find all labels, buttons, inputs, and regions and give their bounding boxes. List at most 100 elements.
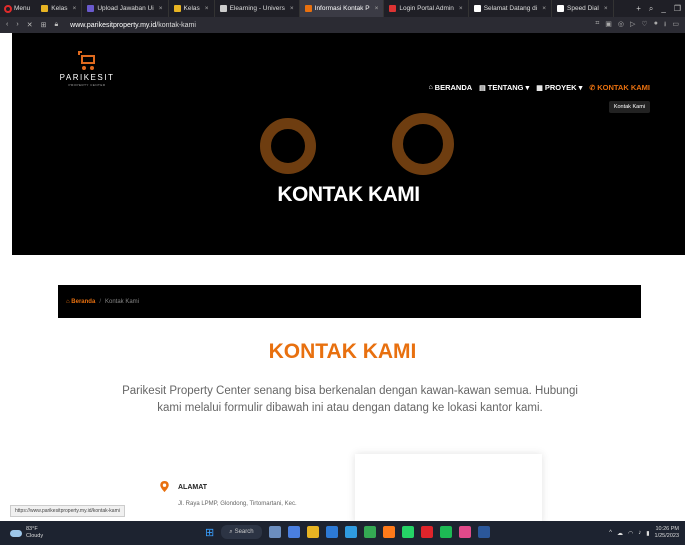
battery-tray-icon[interactable]: ▮: [646, 530, 649, 537]
store-icon[interactable]: [325, 526, 338, 538]
chevron-down-icon: ▾: [578, 83, 583, 92]
search-label: Search: [234, 529, 254, 535]
chevron-down-icon: ▾: [525, 83, 530, 92]
clock-date: 1/25/2023: [654, 533, 679, 539]
tab-close-icon[interactable]: ×: [459, 5, 463, 12]
browser-menu-button[interactable]: Menu: [0, 4, 36, 13]
browser-tab[interactable]: Informasi Kontak P ×: [299, 0, 385, 17]
wallet-icon[interactable]: ▣: [605, 20, 612, 31]
restore-icon[interactable]: ❐: [674, 4, 681, 14]
tab-title: Kelas: [183, 5, 200, 12]
minimize-icon[interactable]: _: [661, 4, 665, 14]
stop-icon[interactable]: ✕: [27, 21, 33, 29]
site-logo[interactable]: PARIKESIT PROPERTY CENTER: [57, 51, 117, 87]
home-icon: ⌂: [428, 84, 433, 91]
tab-close-icon[interactable]: ×: [604, 5, 608, 12]
snapshot-icon[interactable]: ⌗: [595, 20, 599, 31]
word-icon[interactable]: [477, 526, 490, 538]
tab-title: Speed Dial: [567, 5, 599, 12]
decor-ring-right: [392, 113, 454, 175]
file-explorer-icon[interactable]: [306, 526, 319, 538]
nav-item[interactable]: ⌂ BERANDA: [428, 83, 472, 92]
spotify-icon[interactable]: [439, 526, 452, 538]
tab-close-icon[interactable]: ×: [159, 5, 163, 12]
project-icon: ▦: [536, 84, 543, 92]
url-path: /kontak-kami: [156, 21, 196, 29]
search-tabs-icon[interactable]: ⌕: [649, 4, 653, 14]
play-icon[interactable]: ▷: [630, 20, 635, 31]
heart-icon[interactable]: ♡: [641, 20, 647, 31]
back-icon[interactable]: ‹: [6, 21, 8, 29]
hero-banner: PARIKESIT PROPERTY CENTER ⌂ BERANDA ▤ TENTA…: [12, 33, 685, 255]
logo-name: PARIKESIT: [59, 73, 115, 82]
nav-item-label: KONTAK KAMI: [597, 83, 650, 92]
tab-favicon-icon: [473, 5, 481, 12]
browser-tab[interactable]: Selamat Datang di ×: [469, 0, 552, 17]
forward-icon[interactable]: ›: [16, 21, 18, 29]
address-bar: ‹ › ✕ ⊞ 🔒︎ www.parikesitproperty.my.id/k…: [0, 17, 685, 33]
breadcrumb-home-link[interactable]: ⌂ Beranda: [66, 299, 95, 305]
intro-text: Parikesit Property Center senang bisa be…: [122, 385, 578, 414]
main-navigation: ⌂ BERANDA ▤ TENTANG ▾ ▦ PROYEK ▾ ✆ KONTAK KAMI: [428, 83, 650, 92]
onedrive-icon[interactable]: ☁: [617, 530, 623, 537]
tab-title: Informasi Kontak P: [314, 5, 370, 12]
nav-item[interactable]: ✆ KONTAK KAMI: [589, 83, 650, 92]
download-icon[interactable]: ⭳: [664, 20, 666, 31]
tabs-grid-icon[interactable]: ⊞: [41, 21, 47, 29]
tab-favicon-icon: [173, 5, 181, 12]
tab-close-icon[interactable]: ×: [73, 5, 77, 12]
browser-tab[interactable]: Elearning - Univers ×: [215, 0, 300, 17]
browser-tab[interactable]: Kelas ×: [36, 0, 83, 17]
tab-title: Upload Jawaban Ui: [97, 5, 154, 12]
chrome-icon[interactable]: [363, 526, 376, 538]
tab-close-icon[interactable]: ×: [542, 5, 546, 12]
task-view-icon[interactable]: [268, 526, 281, 538]
app-icon-pink[interactable]: [458, 526, 471, 538]
browser-tab[interactable]: Speed Dial ×: [552, 0, 614, 17]
tab-favicon-icon: [557, 5, 564, 12]
nav-item-label: BERANDA: [434, 83, 473, 92]
profile-icon[interactable]: ●: [654, 20, 658, 31]
contact-form-card: [355, 454, 542, 524]
windows-taskbar: 83°F Cloudy ⊞ ⌕ Search ^ ☁ ◠ ♪ ▮ 10:26 P…: [0, 521, 685, 545]
tab-favicon-icon: [304, 5, 312, 12]
nav-item[interactable]: ▤ TENTANG ▾: [479, 83, 529, 92]
nav-item[interactable]: ▦ PROYEK ▾: [536, 83, 582, 92]
tab-title: Elearning - Univers: [229, 5, 285, 12]
browser-tab[interactable]: Upload Jawaban Ui ×: [82, 0, 169, 17]
lock-icon: 🔒︎: [54, 21, 59, 28]
browser-tab[interactable]: Kelas ×: [169, 0, 215, 17]
new-tab-icon[interactable]: +: [636, 4, 641, 14]
taskbar-clock[interactable]: 10:26 PM 1/25/2023: [655, 526, 679, 540]
firefox-icon[interactable]: [382, 526, 395, 538]
cloud-icon: [10, 529, 22, 537]
volume-icon[interactable]: ♪: [638, 530, 641, 536]
search-icon: ⌕: [229, 528, 233, 535]
windows-start-icon[interactable]: ⊞: [205, 526, 214, 539]
opera-icon[interactable]: [420, 526, 433, 538]
nav-tooltip: Kontak Kami: [608, 101, 650, 113]
whatsapp-icon[interactable]: [401, 526, 414, 538]
chat-icon[interactable]: [287, 526, 300, 538]
url-field[interactable]: www.parikesitproperty.my.id/kontak-kami: [70, 22, 196, 29]
building-icon: ▤: [479, 84, 486, 92]
tray-chevron-icon[interactable]: ^: [609, 530, 612, 536]
hero-title: KONTAK KAMI: [277, 183, 420, 206]
wifi-icon[interactable]: ◠: [628, 530, 633, 537]
nav-item-label: TENTANG: [487, 83, 524, 92]
camera-icon[interactable]: ◎: [618, 20, 624, 31]
clock-time: 10:26 PM: [655, 526, 679, 532]
tab-favicon-icon: [219, 5, 227, 12]
weather-condition: Cloudy: [26, 533, 44, 539]
taskbar-search[interactable]: ⌕ Search: [221, 525, 262, 539]
tab-title: Selamat Datang di: [483, 5, 538, 12]
tab-close-icon[interactable]: ×: [290, 5, 294, 12]
tab-close-icon[interactable]: ×: [205, 5, 209, 12]
battery-icon[interactable]: ▭: [672, 20, 679, 31]
browser-tab[interactable]: Login Portal Admin ×: [384, 0, 469, 17]
edge-icon[interactable]: [344, 526, 357, 538]
address-text: Jl. Raya LPMP, Glondong, Tirtomartani, K…: [178, 501, 297, 507]
tab-close-icon[interactable]: ×: [375, 5, 379, 12]
weather-widget[interactable]: 83°F Cloudy: [0, 526, 43, 540]
phone-icon: ✆: [589, 84, 596, 92]
